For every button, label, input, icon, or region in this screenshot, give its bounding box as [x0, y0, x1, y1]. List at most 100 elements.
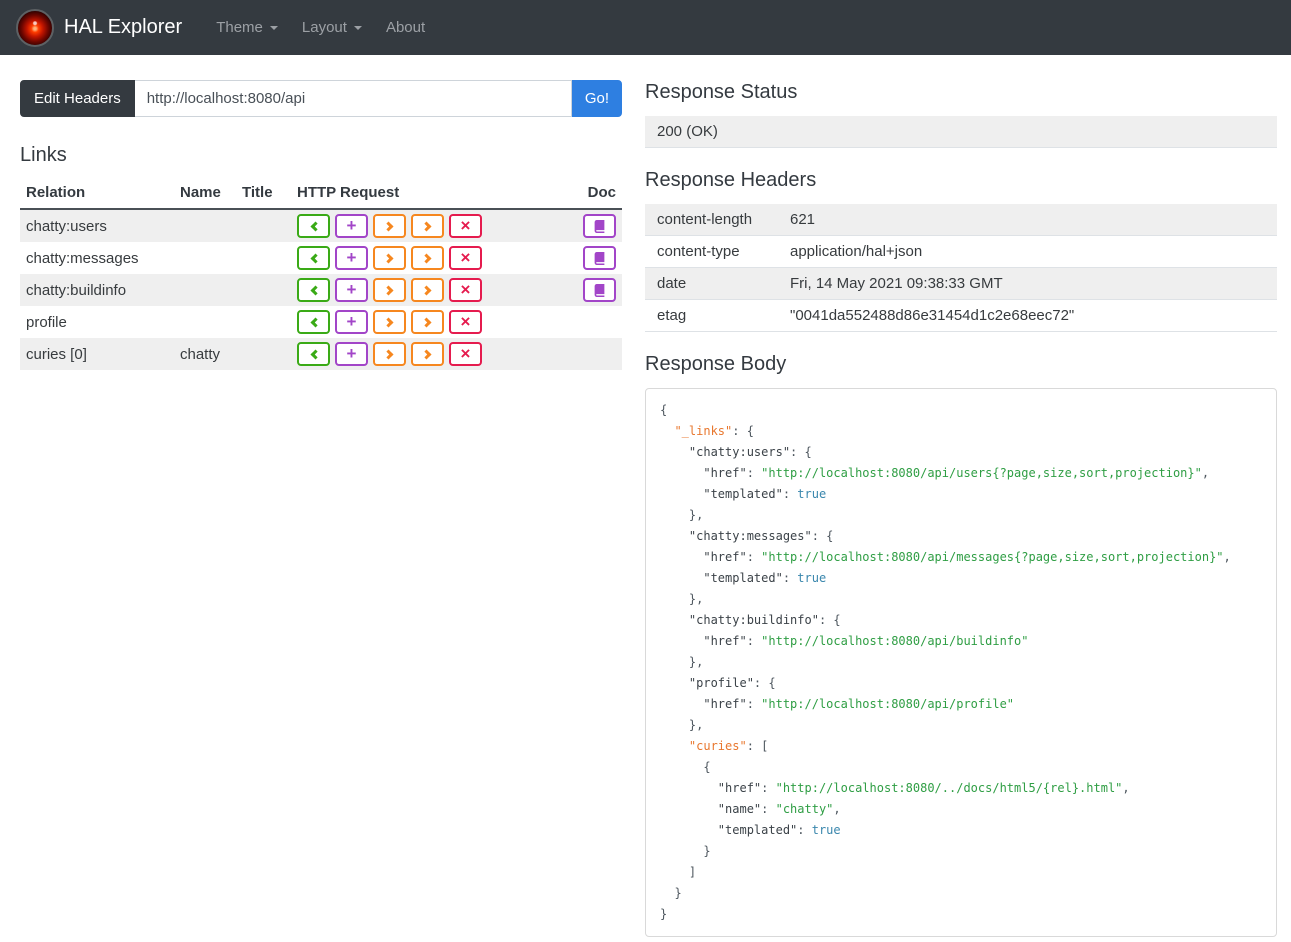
main-content: Edit Headers Go! Links Relation Name Tit…	[0, 55, 1291, 937]
nav-item-about[interactable]: About	[374, 11, 437, 44]
patch-request-button[interactable]	[411, 310, 444, 334]
navbar: HAL Explorer Theme Layout About	[0, 0, 1291, 55]
x-icon: ×	[460, 215, 471, 235]
header-name: etag	[645, 299, 778, 332]
links-table-header-row: Relation Name Title HTTP Request Doc	[20, 179, 622, 210]
header-value: "0041da552488d86e31454d1c2e68eec72"	[778, 299, 1277, 332]
nav-item-label: About	[385, 19, 426, 36]
json-line: ]	[660, 865, 697, 879]
app-title: HAL Explorer	[64, 16, 183, 38]
doc-cell	[574, 338, 622, 370]
patch-request-button[interactable]	[411, 214, 444, 238]
delete-request-button[interactable]: ×	[449, 342, 482, 366]
nav-item-label: Theme	[216, 19, 263, 36]
doc-button[interactable]	[583, 246, 616, 270]
x-icon: ×	[460, 311, 471, 331]
name-cell	[174, 306, 236, 338]
http-request-cell: + ×	[291, 209, 574, 242]
response-header-row: content-length 621	[645, 204, 1277, 236]
nav-item-layout[interactable]: Layout	[290, 11, 374, 44]
x-icon: ×	[460, 343, 471, 363]
response-status-value: 200 (OK)	[657, 123, 718, 140]
put-request-button[interactable]	[373, 246, 406, 270]
get-request-button[interactable]	[297, 246, 330, 270]
put-request-button[interactable]	[373, 214, 406, 238]
response-status-table: 200 (OK)	[645, 116, 1277, 148]
response-header-row: etag "0041da552488d86e31454d1c2e68eec72"	[645, 299, 1277, 332]
chevron-left-icon	[310, 317, 320, 327]
title-cell	[236, 242, 291, 274]
header-value: application/hal+json	[778, 235, 1277, 268]
links-table: Relation Name Title HTTP Request Doc cha…	[20, 179, 622, 370]
put-request-button[interactable]	[373, 342, 406, 366]
header-name: content-type	[645, 235, 778, 268]
json-line: "href": "http://localhost:8080/api/profi…	[660, 697, 1015, 711]
post-request-button[interactable]: +	[335, 310, 368, 334]
put-request-button[interactable]	[373, 278, 406, 302]
header-value: Fri, 14 May 2021 09:38:33 GMT	[778, 267, 1277, 300]
link-row: curies [0] chatty + ×	[20, 338, 622, 370]
doc-button[interactable]	[583, 214, 616, 238]
column-header-title: Title	[236, 179, 291, 210]
hal-9000-eye-logo	[16, 8, 54, 47]
response-headers-table: content-length 621 content-type application…	[645, 204, 1277, 332]
plus-icon: +	[346, 311, 357, 331]
x-icon: ×	[460, 279, 471, 299]
get-request-button[interactable]	[297, 342, 330, 366]
http-request-cell: + ×	[291, 274, 574, 306]
name-cell: chatty	[180, 345, 221, 363]
patch-request-button[interactable]	[411, 246, 444, 270]
relation-cell: chatty:users	[26, 217, 107, 235]
json-line: }	[660, 844, 711, 858]
delete-request-button[interactable]: ×	[449, 214, 482, 238]
post-request-button[interactable]: +	[335, 278, 368, 302]
request-panel: Edit Headers Go! Links Relation Name Tit…	[20, 80, 622, 370]
json-line: }	[660, 907, 668, 921]
get-request-button[interactable]	[297, 278, 330, 302]
patch-request-button[interactable]	[411, 342, 444, 366]
doc-button[interactable]	[583, 278, 616, 302]
get-request-button[interactable]	[297, 310, 330, 334]
doc-cell	[574, 306, 622, 338]
link-row: chatty:users + ×	[20, 209, 622, 242]
put-request-button[interactable]	[373, 310, 406, 334]
chevron-right-icon	[421, 285, 431, 295]
caret-down-icon	[269, 25, 278, 30]
title-cell	[236, 274, 291, 306]
patch-request-button[interactable]	[411, 278, 444, 302]
http-request-cell: + ×	[291, 242, 574, 274]
chevron-left-icon	[310, 221, 320, 231]
doc-cell	[574, 274, 622, 306]
json-line: }	[660, 886, 682, 900]
link-row: profile + ×	[20, 306, 622, 338]
json-line: {	[660, 760, 711, 774]
get-request-button[interactable]	[297, 214, 330, 238]
post-request-button[interactable]: +	[335, 342, 368, 366]
go-button[interactable]: Go!	[571, 80, 622, 117]
relation-cell: curies [0]	[26, 345, 87, 363]
chevron-right-icon	[383, 253, 393, 263]
url-input[interactable]	[134, 80, 572, 117]
delete-request-button[interactable]: ×	[449, 278, 482, 302]
header-name: content-length	[657, 211, 753, 228]
delete-request-button[interactable]: ×	[449, 246, 482, 270]
chevron-left-icon	[310, 285, 320, 295]
link-row: chatty:messages + ×	[20, 242, 622, 274]
nav-item-theme[interactable]: Theme	[204, 11, 290, 44]
delete-request-button[interactable]: ×	[449, 310, 482, 334]
plus-icon: +	[346, 247, 357, 267]
response-header-row: content-type application/hal+json	[645, 235, 1277, 268]
json-line: "href": "http://localhost:8080/../docs/h…	[660, 781, 1130, 795]
brand[interactable]: HAL Explorer	[16, 8, 204, 47]
column-header-doc: Doc	[574, 179, 622, 210]
json-line: },	[660, 592, 704, 606]
plus-icon: +	[346, 215, 357, 235]
plus-icon: +	[346, 279, 357, 299]
http-request-cell: + ×	[291, 338, 574, 370]
post-request-button[interactable]: +	[335, 246, 368, 270]
relation-cell: chatty:messages	[26, 249, 139, 267]
edit-headers-button[interactable]: Edit Headers	[20, 80, 135, 117]
json-line: "name": "chatty",	[660, 802, 841, 816]
response-status-heading: Response Status	[645, 81, 798, 103]
post-request-button[interactable]: +	[335, 214, 368, 238]
